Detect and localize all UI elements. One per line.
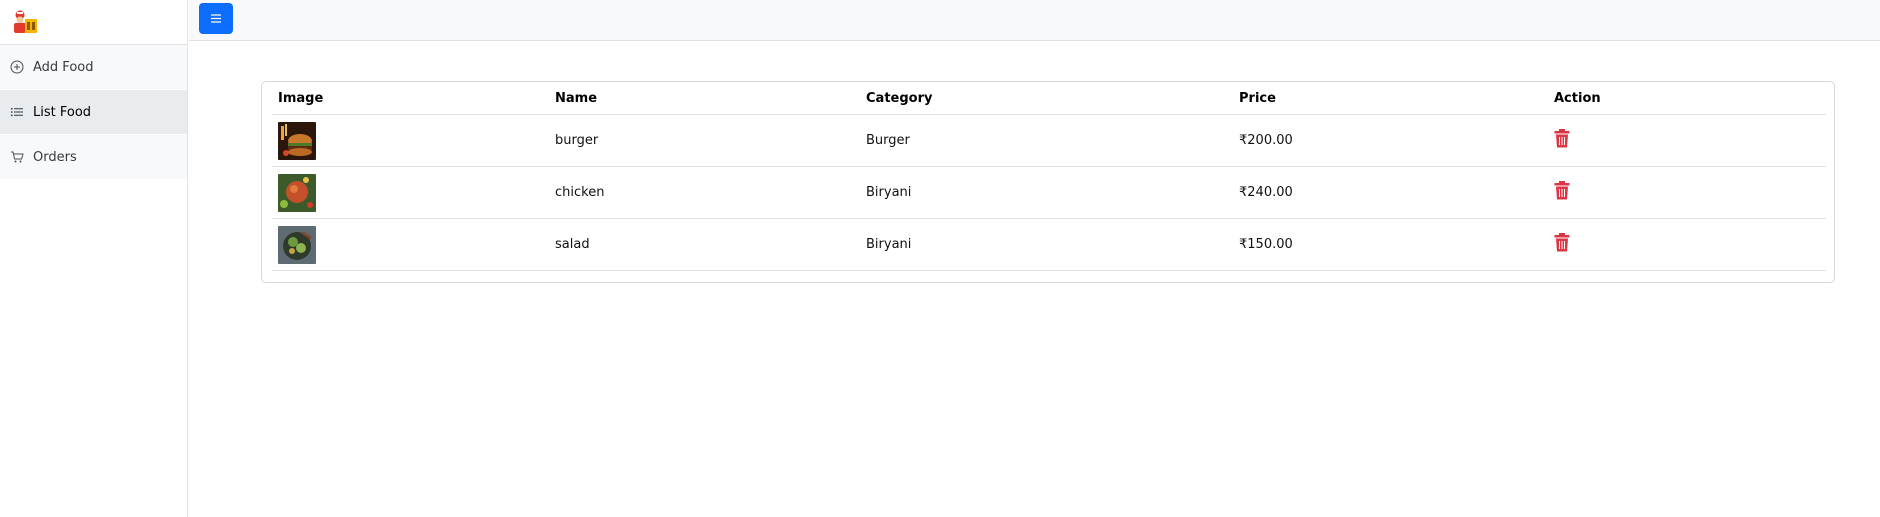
food-thumbnail [278, 121, 316, 160]
logo-icon [14, 10, 37, 33]
category-cell: Biryani [860, 218, 1233, 271]
category-cell: Burger [860, 114, 1233, 167]
list-icon [10, 105, 24, 119]
table-row: burger Burger ₹200.00 [272, 114, 1826, 167]
sidebar-item-label: Orders [33, 149, 77, 165]
menu-toggle-button[interactable] [199, 3, 233, 34]
food-thumbnail [278, 225, 316, 264]
plus-circle-icon [10, 60, 24, 74]
logo-area [0, 0, 187, 45]
price-cell: ₹150.00 [1233, 218, 1548, 271]
trash-icon[interactable] [1554, 181, 1570, 200]
name-cell: salad [549, 218, 860, 271]
trash-icon[interactable] [1554, 129, 1570, 148]
trash-icon[interactable] [1554, 233, 1570, 252]
cart-icon [10, 150, 24, 164]
food-list-card: Image Name Category Price Action burger … [261, 81, 1835, 283]
name-cell: burger [549, 114, 860, 167]
price-cell: ₹240.00 [1233, 166, 1548, 219]
sidebar-item-add-food[interactable]: Add Food [0, 45, 187, 90]
category-cell: Biryani [860, 166, 1233, 219]
column-header-action: Action [1548, 82, 1826, 115]
hamburger-icon [211, 14, 221, 23]
column-header-image: Image [272, 82, 549, 115]
table-row: chicken Biryani ₹240.00 [272, 166, 1826, 219]
food-thumbnail [278, 173, 316, 212]
image-cell [272, 114, 549, 167]
sidebar-item-list-food[interactable]: List Food [0, 90, 187, 135]
price-cell: ₹200.00 [1233, 114, 1548, 167]
topbar [189, 0, 1880, 41]
image-cell [272, 166, 549, 219]
sidebar-item-label: List Food [33, 104, 92, 120]
food-table: Image Name Category Price Action burger … [272, 82, 1826, 271]
action-cell [1548, 114, 1826, 167]
sidebar-item-label: Add Food [33, 59, 94, 75]
column-header-category: Category [860, 82, 1233, 115]
sidebar-item-orders[interactable]: Orders [0, 135, 187, 180]
sidebar: Add Food List Food Orders [0, 0, 188, 517]
column-header-name: Name [549, 82, 860, 115]
image-cell [272, 218, 549, 271]
name-cell: chicken [549, 166, 860, 219]
action-cell [1548, 218, 1826, 271]
action-cell [1548, 166, 1826, 219]
table-header-row: Image Name Category Price Action [272, 82, 1826, 115]
table-row: salad Biryani ₹150.00 [272, 218, 1826, 271]
column-header-price: Price [1233, 82, 1548, 115]
